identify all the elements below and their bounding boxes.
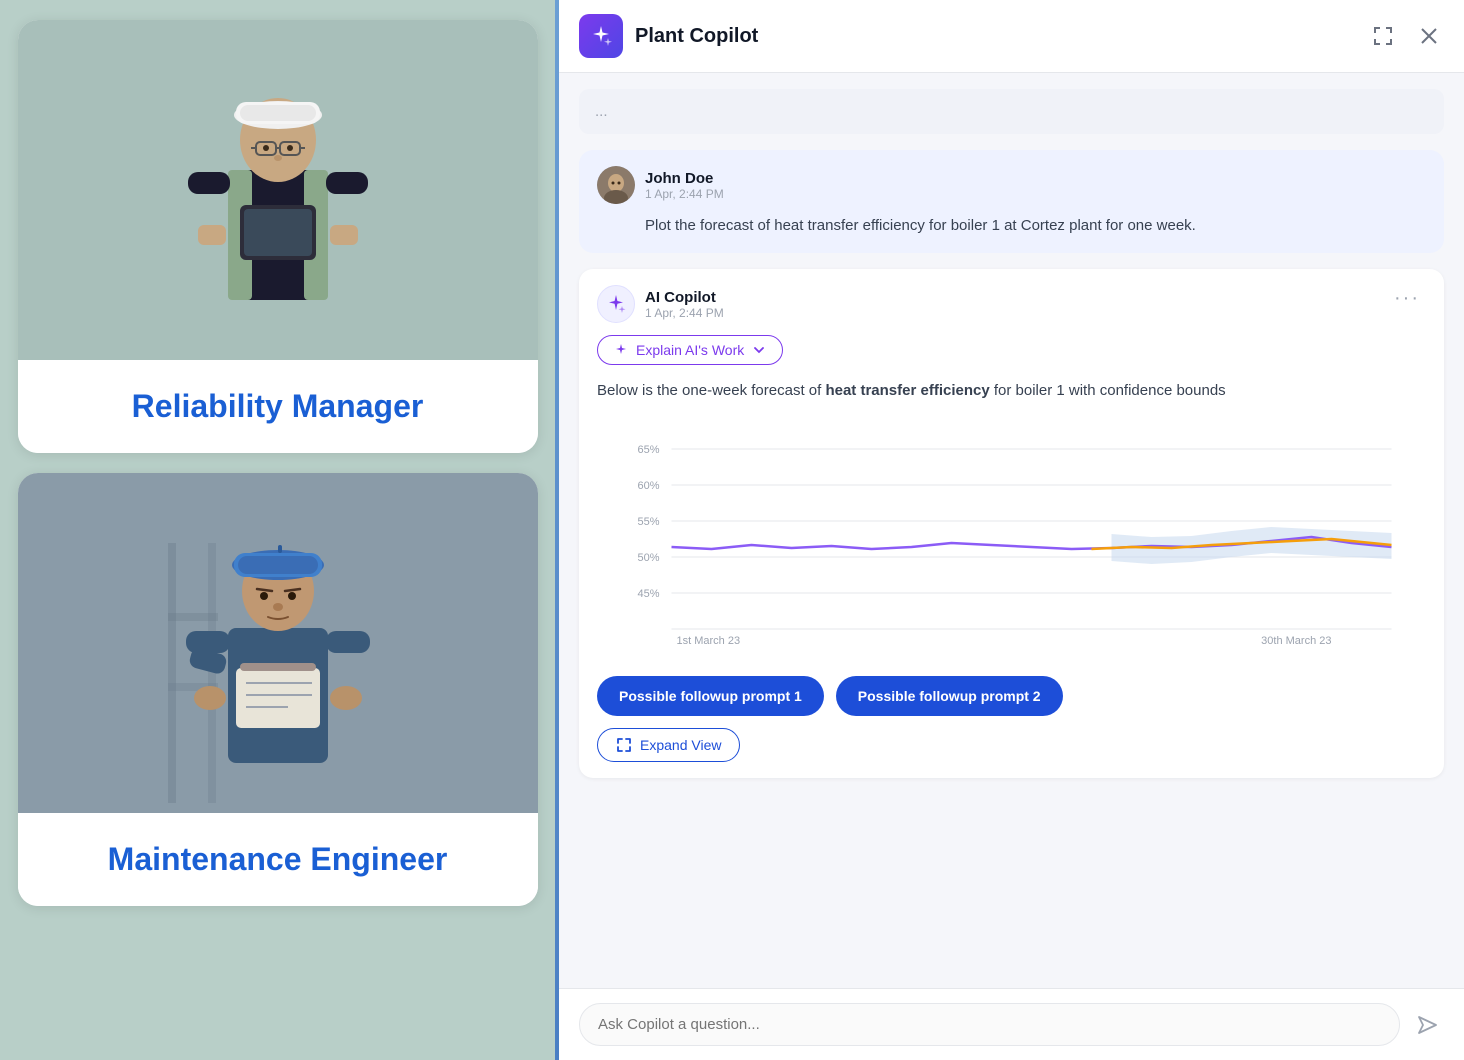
ai-message-header: AI Copilot 1 Apr, 2:44 PM ··· — [597, 285, 1426, 323]
truncated-message: ... — [579, 89, 1444, 134]
more-options-button[interactable]: ··· — [1388, 285, 1426, 312]
reliability-manager-label: Reliability Manager — [18, 360, 538, 453]
svg-text:60%: 60% — [637, 480, 659, 492]
chat-body: ... John Doe 1 Apr, 2:44 PM — [559, 73, 1464, 988]
ai-message-time: 1 Apr, 2:44 PM — [645, 306, 724, 320]
user-sender-name: John Doe — [645, 170, 724, 187]
chat-header: Plant Copilot — [559, 0, 1464, 73]
sparkle-icon — [589, 24, 613, 48]
svg-text:30th March 23: 30th March 23 — [1261, 635, 1331, 647]
ai-message-block: AI Copilot 1 Apr, 2:44 PM ··· Explain AI… — [579, 269, 1444, 778]
user-avatar-image — [597, 166, 635, 204]
ai-response-text: Below is the one-week forecast of heat t… — [597, 379, 1426, 403]
maintenance-engineer-title: Maintenance Engineer — [108, 841, 448, 877]
copilot-logo — [579, 14, 623, 58]
svg-text:65%: 65% — [637, 444, 659, 456]
reliability-manager-card[interactable]: Reliability Manager — [18, 20, 538, 453]
followup-button-2[interactable]: Possible followup prompt 2 — [836, 676, 1063, 716]
send-icon — [1416, 1014, 1438, 1036]
reliability-person-illustration — [168, 30, 388, 350]
ai-avatar — [597, 285, 635, 323]
explain-ai-work-button[interactable]: Explain AI's Work — [597, 335, 783, 365]
expand-window-button[interactable] — [1368, 21, 1398, 51]
svg-text:1st March 23: 1st March 23 — [677, 635, 741, 647]
user-message-block: John Doe 1 Apr, 2:44 PM Plot the forecas… — [579, 150, 1444, 253]
left-panel: Reliability Manager — [0, 0, 555, 1060]
maintenance-engineer-image — [18, 473, 538, 813]
close-button[interactable] — [1414, 21, 1444, 51]
expand-icon — [616, 737, 632, 753]
user-message-time: 1 Apr, 2:44 PM — [645, 187, 724, 201]
user-message-text: Plot the forecast of heat transfer effic… — [597, 214, 1426, 237]
user-message-meta: John Doe 1 Apr, 2:44 PM — [597, 166, 1426, 204]
maintenance-person-illustration — [168, 483, 388, 803]
svg-text:50%: 50% — [637, 552, 659, 564]
chevron-down-icon — [752, 343, 766, 357]
reliability-manager-image — [18, 20, 538, 360]
ai-sparkle-icon — [605, 293, 627, 315]
explain-label: Explain AI's Work — [636, 342, 744, 358]
forecast-chart: 65% 60% 55% 50% 45% 1st March 23 30th Ma… — [597, 417, 1426, 662]
maintenance-engineer-card[interactable]: Maintenance Engineer — [18, 473, 538, 906]
header-actions — [1368, 21, 1444, 51]
svg-text:45%: 45% — [637, 588, 659, 600]
svg-text:55%: 55% — [637, 516, 659, 528]
user-avatar — [597, 166, 635, 204]
followup-button-1[interactable]: Possible followup prompt 1 — [597, 676, 824, 716]
maintenance-engineer-label: Maintenance Engineer — [18, 813, 538, 906]
expand-view-label: Expand View — [640, 737, 721, 753]
truncated-text: ... — [595, 103, 608, 120]
expand-view-button[interactable]: Expand View — [597, 728, 740, 762]
followup-buttons-row: Possible followup prompt 1 Possible foll… — [597, 676, 1426, 716]
chat-title: Plant Copilot — [635, 25, 1356, 48]
chat-input-area — [559, 988, 1464, 1060]
send-button[interactable] — [1410, 1008, 1444, 1042]
chat-input-field[interactable] — [579, 1003, 1400, 1046]
heat-transfer-chart: 65% 60% 55% 50% 45% 1st March 23 30th Ma… — [605, 429, 1418, 649]
reliability-manager-title: Reliability Manager — [132, 388, 424, 424]
ai-sender-name: AI Copilot — [645, 289, 724, 306]
ai-meta-group: AI Copilot 1 Apr, 2:44 PM — [597, 285, 724, 323]
chat-panel: Plant Copilot ... — [559, 0, 1464, 1060]
explain-sparkle-icon — [614, 343, 628, 357]
